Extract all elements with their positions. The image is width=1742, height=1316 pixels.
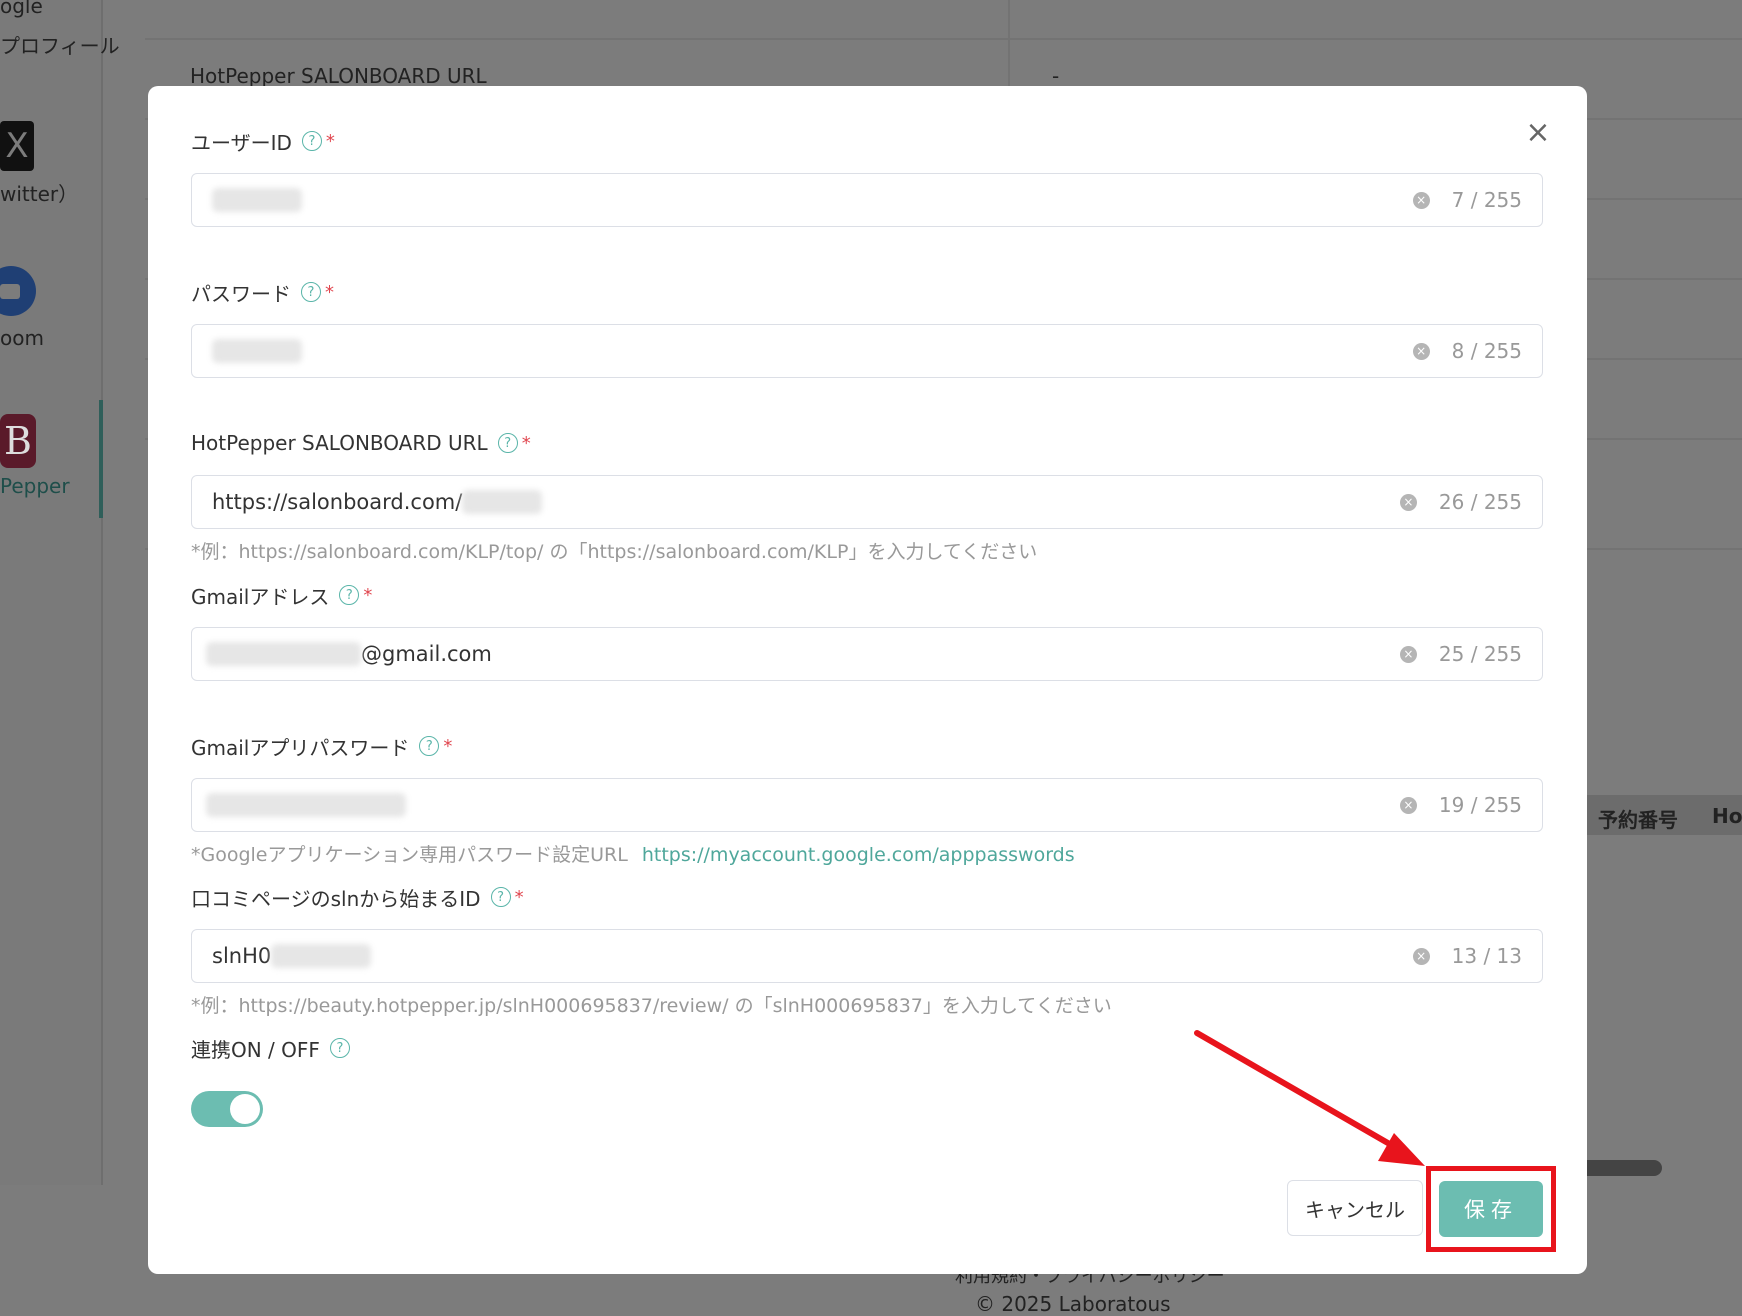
clear-icon[interactable]: ×	[1399, 796, 1417, 814]
sln-id-input[interactable]: slnH0 × 13 / 13	[191, 929, 1543, 983]
salonboard-url-hint: *例：https://salonboard.com/KLP/top/ の「htt…	[191, 541, 1038, 563]
clear-icon[interactable]: ×	[1399, 493, 1417, 511]
required-mark: *	[325, 281, 334, 303]
field-label-row: パスワード ? *	[191, 277, 1545, 307]
user-id-input[interactable]: × 7 / 255	[191, 173, 1543, 227]
sln-id-value: slnH0	[212, 944, 1413, 968]
sync-toggle-switch[interactable]	[191, 1091, 263, 1127]
help-icon[interactable]: ?	[301, 282, 321, 302]
gmail-app-password-field: Gmailアプリパスワード ? * × 19 / 255 *Googleアプリケ…	[191, 731, 1545, 866]
salonboard-url-value: https://salonboard.com/	[212, 490, 1400, 514]
sidebar-item-twitter-label: witter）	[0, 182, 79, 206]
field-label-row: 口コミページのslnから始まるID ? *	[191, 882, 1545, 912]
copyright: © 2025 Laboratous	[975, 1292, 1171, 1316]
gmail-address-label: Gmailアドレス	[191, 584, 330, 609]
gmail-app-password-value	[206, 793, 1400, 817]
help-icon[interactable]: ?	[329, 1038, 350, 1058]
required-mark: *	[514, 886, 524, 908]
table-header-reservation-number: 予約番号	[1598, 808, 1678, 832]
gmail-app-password-label: Gmailアプリパスワード	[191, 735, 410, 760]
char-count: 7 / 255	[1451, 188, 1522, 212]
sidebar-item-hotpepper-label: Pepper	[0, 474, 70, 498]
field-label-row: ユーザーID ? *	[191, 126, 1545, 156]
char-count: 19 / 255	[1438, 793, 1522, 817]
required-mark: *	[325, 130, 335, 152]
required-mark: *	[521, 432, 531, 454]
gmail-address-input[interactable]: @gmail.com × 25 / 255	[191, 627, 1543, 681]
save-button-highlight	[1426, 1166, 1556, 1252]
user-id-value	[212, 188, 1413, 212]
password-value	[212, 339, 1413, 363]
gmail-address-field: Gmailアドレス ? * @gmail.com × 25 / 255	[191, 580, 1545, 681]
sln-id-hint: *例：https://beauty.hotpepper.jp/slnH00069…	[191, 995, 1112, 1017]
field-label-row: 連携ON / OFF ?	[191, 1033, 1545, 1063]
sln-id-field: 口コミページのslnから始まるID ? * slnH0 × 13 / 13 *例…	[191, 882, 1545, 1017]
gmail-address-value: @gmail.com	[206, 642, 1400, 666]
field-label-row: Gmailアドレス ? *	[191, 580, 1545, 610]
app-passwords-link[interactable]: https://myaccount.google.com/apppassword…	[642, 844, 1075, 866]
redacted-text	[206, 642, 361, 666]
toggle-knob	[230, 1094, 260, 1124]
x-twitter-icon[interactable]: X	[0, 121, 34, 171]
salonboard-url-input[interactable]: https://salonboard.com/ × 26 / 255	[191, 475, 1543, 529]
help-icon[interactable]: ?	[497, 433, 518, 453]
sln-id-label: 口コミページのslnから始まるID	[191, 886, 481, 911]
redacted-text	[212, 188, 302, 212]
row-value: -	[1052, 64, 1060, 88]
clear-icon[interactable]: ×	[1399, 645, 1417, 663]
user-id-field: ユーザーID ? * × 7 / 255	[191, 126, 1545, 227]
sync-toggle-label: 連携ON / OFF	[191, 1037, 320, 1062]
gmail-app-password-hint: *Googleアプリケーション専用パスワード設定URL https://myacc…	[191, 844, 1075, 866]
salonboard-url-field: HotPepper SALONBOARD URL ? * https://sal…	[191, 428, 1545, 563]
field-label-row: Gmailアプリパスワード ? *	[191, 731, 1545, 761]
redacted-text	[271, 944, 372, 968]
hotpepper-icon[interactable]: B	[0, 414, 36, 468]
gmail-app-password-input[interactable]: × 19 / 255	[191, 778, 1543, 832]
redacted-text	[206, 793, 406, 817]
sidebar-item-google-profile-label: プロフィール	[0, 34, 120, 58]
divider	[145, 38, 1742, 40]
redacted-text	[212, 339, 302, 363]
help-icon[interactable]: ?	[339, 585, 360, 605]
sidebar-item-zoom-label: oom	[0, 326, 44, 350]
salonboard-url-label: HotPepper SALONBOARD URL	[191, 431, 488, 455]
user-id-label: ユーザーID	[191, 130, 292, 155]
char-count: 25 / 255	[1438, 642, 1522, 666]
password-field: パスワード ? * × 8 / 255	[191, 277, 1545, 378]
char-count: 8 / 255	[1451, 339, 1522, 363]
help-icon[interactable]: ?	[490, 887, 511, 907]
help-icon[interactable]: ?	[419, 736, 440, 756]
sidebar-active-indicator	[99, 400, 103, 518]
help-icon[interactable]: ?	[301, 131, 322, 151]
sync-toggle-field: 連携ON / OFF ?	[191, 1033, 1545, 1063]
required-mark: *	[443, 735, 453, 757]
cancel-button[interactable]: キャンセル	[1287, 1180, 1423, 1236]
table-header-hotpepper: Ho	[1712, 804, 1742, 828]
char-count: 13 / 13	[1451, 944, 1522, 968]
redacted-text	[462, 490, 543, 514]
char-count: 26 / 255	[1438, 490, 1522, 514]
clear-icon[interactable]: ×	[1412, 947, 1430, 965]
clear-icon[interactable]: ×	[1412, 191, 1430, 209]
sidebar-item-google-label: ogle	[0, 0, 43, 18]
field-label-row: HotPepper SALONBOARD URL ? *	[191, 428, 1545, 458]
required-mark: *	[363, 584, 373, 606]
row-label: HotPepper SALONBOARD URL	[190, 64, 487, 88]
password-label: パスワード	[191, 281, 291, 306]
settings-modal: × ユーザーID ? * × 7 / 255 パスワード ? * × 8 / 2…	[148, 86, 1587, 1274]
clear-icon[interactable]: ×	[1412, 342, 1430, 360]
password-input[interactable]: × 8 / 255	[191, 324, 1543, 378]
